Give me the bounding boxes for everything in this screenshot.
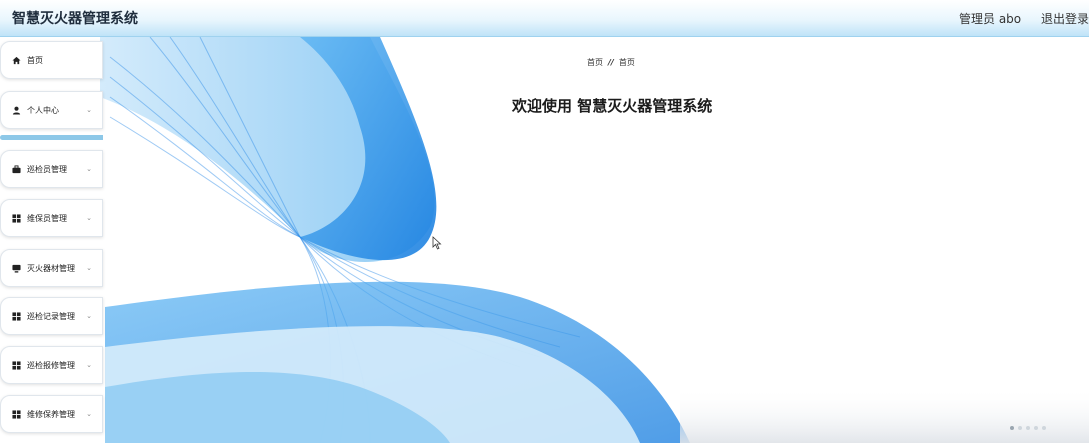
sidebar-item-personal-center[interactable]: 个人中心 ⌄ [0,91,103,129]
sidebar-item-repair-reports[interactable]: 巡检报修管理 ⌄ [0,346,103,384]
grid-icon [11,213,21,223]
person-icon [11,105,21,115]
sidebar-active-indicator [0,135,103,140]
chevron-down-icon: ⌄ [86,165,92,173]
carousel-dot[interactable] [1018,426,1022,430]
chevron-down-icon: ⌄ [86,410,92,418]
sidebar-item-label: 巡检报修管理 [27,360,75,370]
sidebar-item-label: 个人中心 [27,105,59,115]
sidebar-item-label: 巡检记录管理 [27,311,75,321]
carousel-dot[interactable] [1010,426,1014,430]
logout-link[interactable]: 退出登录 [1041,12,1089,26]
breadcrumb: 首页 // 首页 [587,57,635,68]
breadcrumb-current: 首页 [618,58,635,67]
sidebar: 首页 个人中心 ⌄ 巡检员管理 ⌄ 维保员管理 ⌄ 灭火器材管理 ⌄ 巡检记录管 [0,37,106,443]
sidebar-item-label: 巡检员管理 [27,164,67,174]
carousel-dot[interactable] [1042,426,1046,430]
chevron-down-icon: ⌄ [86,361,92,369]
monitor-icon [11,263,21,273]
breadcrumb-separator: // [608,58,614,67]
carousel-dot[interactable] [1026,426,1030,430]
sidebar-item-maintainer-management[interactable]: 维保员管理 ⌄ [0,199,103,237]
sidebar-item-label: 首页 [27,55,43,65]
top-header: 智慧灭火器管理系统 管理员 abo 退出登录 [0,0,1089,37]
app-title: 智慧灭火器管理系统 [12,11,138,27]
grid-icon [11,360,21,370]
chevron-down-icon: ⌄ [86,106,92,114]
sidebar-item-inspector-management[interactable]: 巡检员管理 ⌄ [0,150,103,188]
sidebar-item-label: 维保员管理 [27,213,67,223]
chevron-down-icon: ⌄ [86,214,92,222]
breadcrumb-home-link[interactable]: 首页 [587,58,603,67]
sidebar-item-home[interactable]: 首页 [0,41,103,79]
sidebar-item-label: 灭火器材管理 [27,263,75,273]
home-icon [11,55,21,65]
user-label: 管理员 abo [959,12,1022,26]
sidebar-item-label: 维修保养管理 [27,409,75,419]
sidebar-item-inspection-records[interactable]: 巡检记录管理 ⌄ [0,297,103,335]
grid-icon [11,311,21,321]
briefcase-icon [11,164,21,174]
sidebar-item-maintenance-management[interactable]: 维修保养管理 ⌄ [0,395,103,433]
header-actions: 管理员 abo 退出登录 [943,10,1089,27]
chevron-down-icon: ⌄ [86,312,92,320]
carousel-dot[interactable] [1034,426,1038,430]
chevron-down-icon: ⌄ [86,264,92,272]
welcome-heading: 欢迎使用 智慧灭火器管理系统 [512,97,713,115]
grid-icon [11,409,21,419]
carousel-indicator [1010,426,1046,430]
sidebar-item-extinguisher-management[interactable]: 灭火器材管理 ⌄ [0,249,103,287]
mouse-cursor-icon [432,236,442,250]
